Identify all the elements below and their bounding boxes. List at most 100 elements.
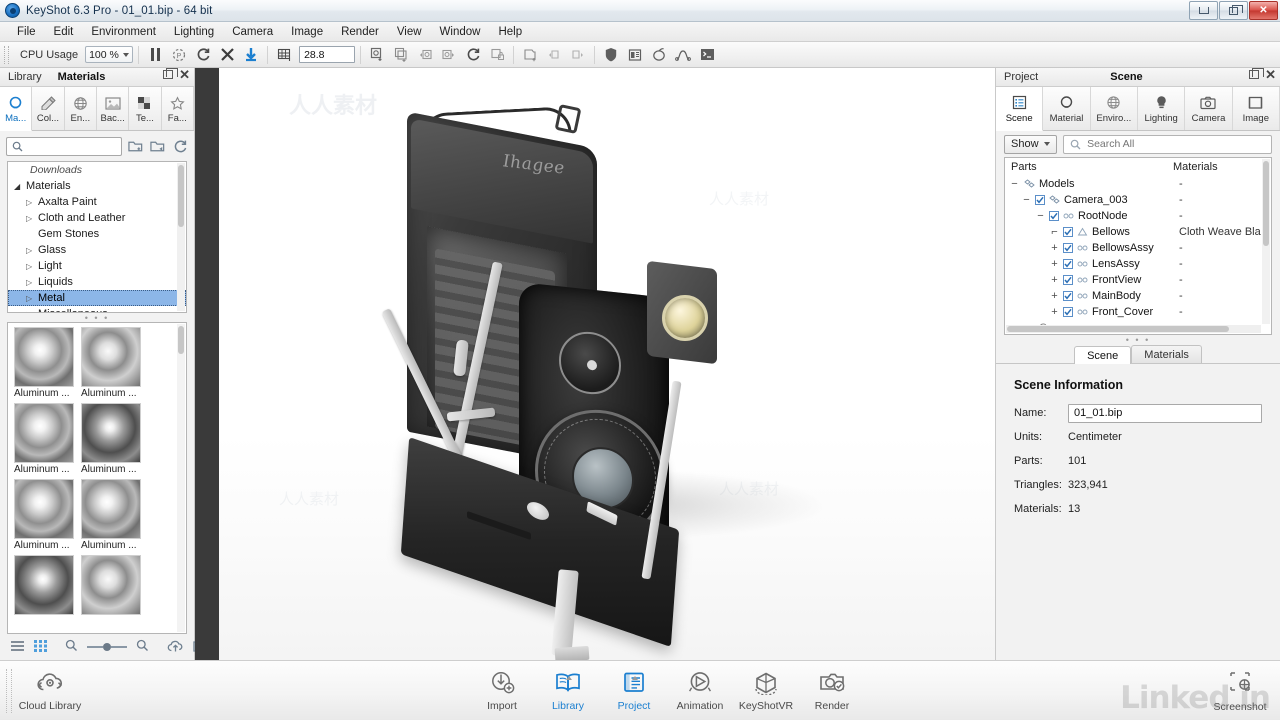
expand-icon[interactable]: + bbox=[1049, 243, 1060, 254]
menu-environment[interactable]: Environment bbox=[82, 22, 165, 42]
parts-row-lensassy[interactable]: + LensAssy - bbox=[1005, 256, 1271, 272]
refresh-render-button[interactable] bbox=[192, 44, 214, 66]
sub-tab-scene[interactable]: Scene bbox=[1074, 346, 1132, 364]
console-button[interactable] bbox=[696, 44, 718, 66]
frames-input[interactable]: 28.8 bbox=[299, 46, 356, 63]
parts-row-models[interactable]: − Models - bbox=[1005, 176, 1271, 192]
zoom-in-icon[interactable] bbox=[136, 639, 149, 655]
prev-camera-button[interactable] bbox=[543, 44, 565, 66]
material-thumb-4[interactable]: Aluminum ... bbox=[14, 479, 75, 552]
cloud-upload-icon[interactable] bbox=[167, 639, 184, 656]
scrollbar-thumb[interactable] bbox=[178, 326, 184, 354]
performance-mode-button[interactable]: P bbox=[168, 44, 190, 66]
refresh-icon[interactable] bbox=[172, 138, 188, 154]
library-category-tree[interactable]: Downloads ◢ Materials ▷ Axalta Paint ▷ Clot… bbox=[7, 161, 187, 313]
minimize-button[interactable] bbox=[1189, 1, 1218, 20]
menu-camera[interactable]: Camera bbox=[223, 22, 282, 42]
undock-icon[interactable] bbox=[1249, 68, 1265, 79]
close-icon[interactable]: ✕ bbox=[179, 68, 190, 81]
materials-tab[interactable]: Materials bbox=[50, 68, 114, 87]
visibility-checkbox[interactable] bbox=[1063, 275, 1073, 285]
scene-tab-title[interactable]: Scene bbox=[1102, 68, 1150, 87]
tree-item-miscellaneous[interactable]: ▷Miscellaneous bbox=[8, 306, 186, 312]
collapse-icon[interactable]: − bbox=[1021, 195, 1032, 206]
project-tab[interactable]: Project bbox=[996, 68, 1046, 87]
reset-view-button[interactable] bbox=[462, 44, 484, 66]
curve-button[interactable] bbox=[672, 44, 694, 66]
tree-item-light[interactable]: ▷ Light bbox=[8, 258, 186, 274]
menu-view[interactable]: View bbox=[388, 22, 431, 42]
library-tree-scrollbar[interactable] bbox=[177, 163, 185, 311]
thumbnail-size-slider[interactable] bbox=[87, 643, 127, 651]
parts-row-mainbody[interactable]: + MainBody - bbox=[1005, 288, 1271, 304]
pause-render-button[interactable] bbox=[144, 44, 166, 66]
show-dropdown[interactable]: Show bbox=[1004, 134, 1057, 154]
parts-row-bellows[interactable]: ⌐ Bellows Cloth Weave Bla bbox=[1005, 224, 1271, 240]
prev-view-button[interactable] bbox=[414, 44, 436, 66]
tree-item-liquids[interactable]: ▷ Liquids bbox=[8, 274, 186, 290]
collapse-icon[interactable]: − bbox=[1035, 211, 1046, 222]
parts-row-rootnode[interactable]: − RootNode - bbox=[1005, 208, 1271, 224]
library-search-box[interactable] bbox=[6, 136, 122, 156]
undock-icon[interactable] bbox=[163, 68, 179, 79]
paint-button[interactable] bbox=[648, 44, 670, 66]
tree-item-materials[interactable]: ◢ Materials bbox=[8, 178, 186, 194]
scrollbar-thumb[interactable] bbox=[1263, 161, 1269, 246]
layout-button[interactable] bbox=[624, 44, 646, 66]
menu-help[interactable]: Help bbox=[489, 22, 531, 42]
menu-render[interactable]: Render bbox=[332, 22, 388, 42]
material-thumb-3[interactable]: Aluminum ... bbox=[81, 403, 142, 476]
dock-cloud-library[interactable]: Cloud Library bbox=[18, 670, 82, 712]
collapse-icon[interactable]: − bbox=[1009, 179, 1020, 190]
dock-screenshot[interactable]: Screenshot bbox=[1208, 670, 1272, 713]
library-tab-backplates[interactable]: Bac... bbox=[96, 87, 130, 130]
toolbar-grip[interactable] bbox=[4, 45, 9, 64]
scrollbar-thumb[interactable] bbox=[178, 165, 184, 227]
project-splitter-handle[interactable]: • • • bbox=[996, 335, 1280, 345]
visibility-checkbox[interactable] bbox=[1063, 307, 1073, 317]
expand-icon[interactable]: + bbox=[1049, 307, 1060, 318]
tab-scene[interactable]: Scene bbox=[996, 87, 1044, 131]
zoom-out-icon[interactable] bbox=[65, 639, 78, 655]
menu-lighting[interactable]: Lighting bbox=[165, 22, 223, 42]
dock-import[interactable]: Import bbox=[470, 670, 534, 712]
library-tab-materials[interactable]: Ma... bbox=[0, 87, 33, 131]
next-view-button[interactable] bbox=[438, 44, 460, 66]
tab-environment[interactable]: Enviro... bbox=[1090, 87, 1138, 130]
render-viewport[interactable]: 人人素材 人人素材 人人素材 人人素材 Ihagee bbox=[195, 68, 995, 660]
parts-tree-vscrollbar[interactable] bbox=[1262, 159, 1270, 324]
menu-window[interactable]: Window bbox=[431, 22, 490, 42]
material-thumb-2[interactable]: Aluminum ... bbox=[14, 403, 75, 476]
library-tab-colors[interactable]: Col... bbox=[32, 87, 65, 130]
parts-row-bellowsassy[interactable]: + BellowsAssy - bbox=[1005, 240, 1271, 256]
scrollbar-thumb[interactable] bbox=[1007, 326, 1229, 332]
library-tab-favorites[interactable]: Fa... bbox=[161, 87, 194, 130]
add-folder-icon[interactable] bbox=[128, 138, 144, 154]
dock-grip[interactable] bbox=[6, 668, 12, 713]
material-thumb-1[interactable]: Aluminum ... bbox=[81, 327, 142, 400]
expand-icon[interactable]: + bbox=[1049, 259, 1060, 270]
list-view-icon[interactable] bbox=[10, 640, 25, 655]
visibility-checkbox[interactable] bbox=[1063, 291, 1073, 301]
parts-row-frontview[interactable]: + FrontView - bbox=[1005, 272, 1271, 288]
add-camera-button[interactable] bbox=[519, 44, 541, 66]
tab-camera[interactable]: Camera bbox=[1185, 87, 1233, 130]
library-thumbnail-grid[interactable]: Aluminum ... Aluminum ... Aluminum ... A… bbox=[7, 322, 187, 634]
scene-search-box[interactable] bbox=[1062, 134, 1272, 154]
shuffle-button[interactable] bbox=[216, 44, 238, 66]
cpu-usage-dropdown[interactable]: 100 % bbox=[85, 46, 134, 63]
close-button[interactable]: ✕ bbox=[1249, 1, 1278, 20]
download-button[interactable] bbox=[240, 44, 262, 66]
menu-image[interactable]: Image bbox=[282, 22, 332, 42]
menu-edit[interactable]: Edit bbox=[45, 22, 83, 42]
library-search-input[interactable] bbox=[27, 140, 121, 152]
slider-knob[interactable] bbox=[103, 643, 111, 651]
tree-item-gem-stones[interactable]: Gem Stones bbox=[8, 226, 186, 242]
visibility-checkbox[interactable] bbox=[1049, 211, 1059, 221]
dock-animation[interactable]: Animation bbox=[668, 670, 732, 712]
thumbnail-grid-scrollbar[interactable] bbox=[177, 324, 185, 632]
visibility-checkbox[interactable] bbox=[1063, 243, 1073, 253]
tree-item-glass[interactable]: ▷ Glass bbox=[8, 242, 186, 258]
expand-icon[interactable]: + bbox=[1049, 291, 1060, 302]
tab-material[interactable]: Material bbox=[1043, 87, 1091, 130]
